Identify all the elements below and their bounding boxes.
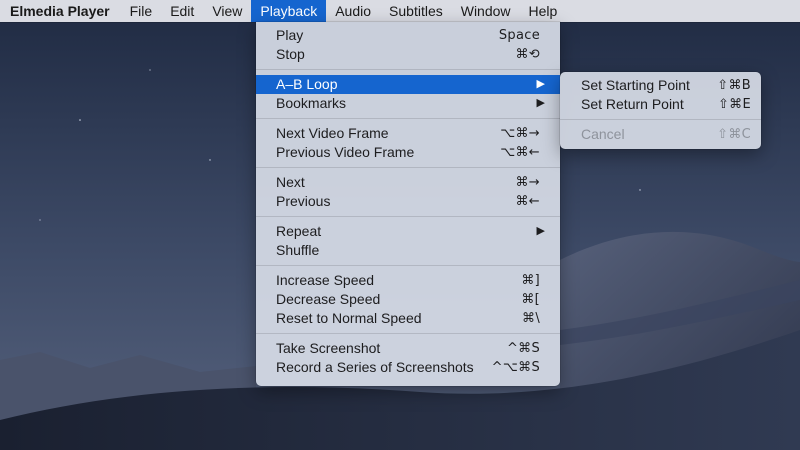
menubar-file[interactable]: File (121, 0, 162, 22)
menu-item-stop[interactable]: Stop ⌘⟲ (256, 45, 560, 64)
menu-item-bookmarks[interactable]: Bookmarks ▶ (256, 94, 560, 113)
menubar-subtitles[interactable]: Subtitles (380, 0, 452, 22)
menu-item-label: Next Video Frame (276, 125, 389, 141)
menu-separator (256, 118, 560, 119)
menu-item-label: Previous (276, 193, 331, 209)
menu-item-previous-video-frame[interactable]: Previous Video Frame ⌥⌘← (256, 143, 560, 162)
menu-item-set-starting-point[interactable]: Set Starting Point ⇧⌘B (560, 76, 761, 95)
menu-item-shortcut: ⌘→ (515, 175, 540, 190)
menu-item-label: Set Starting Point (581, 77, 690, 93)
menubar-view[interactable]: View (203, 0, 251, 22)
menu-item-label: Bookmarks (276, 95, 347, 111)
menu-item-label: Repeat (276, 223, 322, 239)
menu-item-shortcut: ⌥⌘← (500, 145, 540, 160)
menu-item-label: Decrease Speed (276, 291, 381, 307)
menubar-app-name[interactable]: Elmedia Player (10, 0, 121, 22)
menu-item-previous[interactable]: Previous ⌘← (256, 192, 560, 211)
menu-item-label: Shuffle (276, 242, 320, 258)
menu-item-label: Take Screenshot (276, 340, 381, 356)
menu-item-label: Previous Video Frame (276, 144, 415, 160)
menu-item-repeat[interactable]: Repeat ▶ (256, 222, 560, 241)
menu-item-cancel: Cancel ⇧⌘C (560, 125, 761, 144)
menu-item-label: A–B Loop (276, 76, 338, 92)
menu-item-label: Cancel (581, 126, 625, 142)
playback-menu: Play Space Stop ⌘⟲ A–B Loop ▶ Bookmarks … (256, 22, 560, 386)
menubar-playback[interactable]: Playback (251, 0, 327, 22)
menu-item-shortcut: ⌥⌘→ (500, 126, 540, 141)
submenu-arrow-icon: ▶ (536, 225, 545, 237)
menu-item-shortcut: ⇧⌘E (717, 97, 751, 112)
menu-item-increase-speed[interactable]: Increase Speed ⌘] (256, 271, 560, 290)
menu-item-take-screenshot[interactable]: Take Screenshot ^⌘S (256, 339, 560, 358)
menu-separator (256, 167, 560, 168)
ab-loop-submenu: Set Starting Point ⇧⌘B Set Return Point … (560, 72, 761, 149)
menu-item-label: Next (276, 174, 305, 190)
menu-item-shortcut: ⇧⌘C (717, 127, 751, 142)
menu-bar: Elmedia Player File Edit View Playback A… (0, 0, 800, 22)
menu-item-label: Set Return Point (581, 96, 684, 112)
menu-item-shortcut: ⌘[ (521, 292, 540, 307)
menu-item-shortcut: ^⌘S (506, 341, 540, 356)
menu-item-set-return-point[interactable]: Set Return Point ⇧⌘E (560, 95, 761, 114)
menu-separator (256, 333, 560, 334)
menu-item-shortcut: ⌘⟲ (515, 47, 540, 62)
menu-item-next-video-frame[interactable]: Next Video Frame ⌥⌘→ (256, 124, 560, 143)
menu-item-decrease-speed[interactable]: Decrease Speed ⌘[ (256, 290, 560, 309)
menu-item-label: Increase Speed (276, 272, 375, 288)
menu-item-shortcut: Space (498, 28, 540, 43)
menubar-audio[interactable]: Audio (326, 0, 380, 22)
menu-separator (560, 119, 761, 120)
menu-item-shortcut: ^⌥⌘S (491, 360, 540, 375)
menu-item-shortcut: ⌘← (515, 194, 540, 209)
submenu-arrow-icon: ▶ (536, 97, 545, 109)
menu-separator (256, 265, 560, 266)
menu-item-shortcut: ⇧⌘B (717, 78, 751, 93)
menubar-edit[interactable]: Edit (161, 0, 203, 22)
menu-separator (256, 69, 560, 70)
menu-item-shortcut: ⌘] (521, 273, 540, 288)
menu-item-shortcut: ⌘\ (522, 311, 540, 326)
menu-item-play[interactable]: Play Space (256, 26, 560, 45)
menu-item-next[interactable]: Next ⌘→ (256, 173, 560, 192)
menubar-window[interactable]: Window (452, 0, 520, 22)
menu-item-reset-speed[interactable]: Reset to Normal Speed ⌘\ (256, 309, 560, 328)
menu-item-shuffle[interactable]: Shuffle (256, 241, 560, 260)
menu-item-label: Stop (276, 46, 305, 62)
menu-item-label: Record a Series of Screenshots (276, 359, 474, 375)
menu-item-ab-loop[interactable]: A–B Loop ▶ (256, 75, 560, 94)
menu-item-record-screenshots[interactable]: Record a Series of Screenshots ^⌥⌘S (256, 358, 560, 377)
menu-item-label: Play (276, 27, 304, 43)
submenu-arrow-icon: ▶ (536, 78, 545, 90)
menu-item-label: Reset to Normal Speed (276, 310, 422, 326)
menu-separator (256, 216, 560, 217)
menubar-help[interactable]: Help (520, 0, 567, 22)
